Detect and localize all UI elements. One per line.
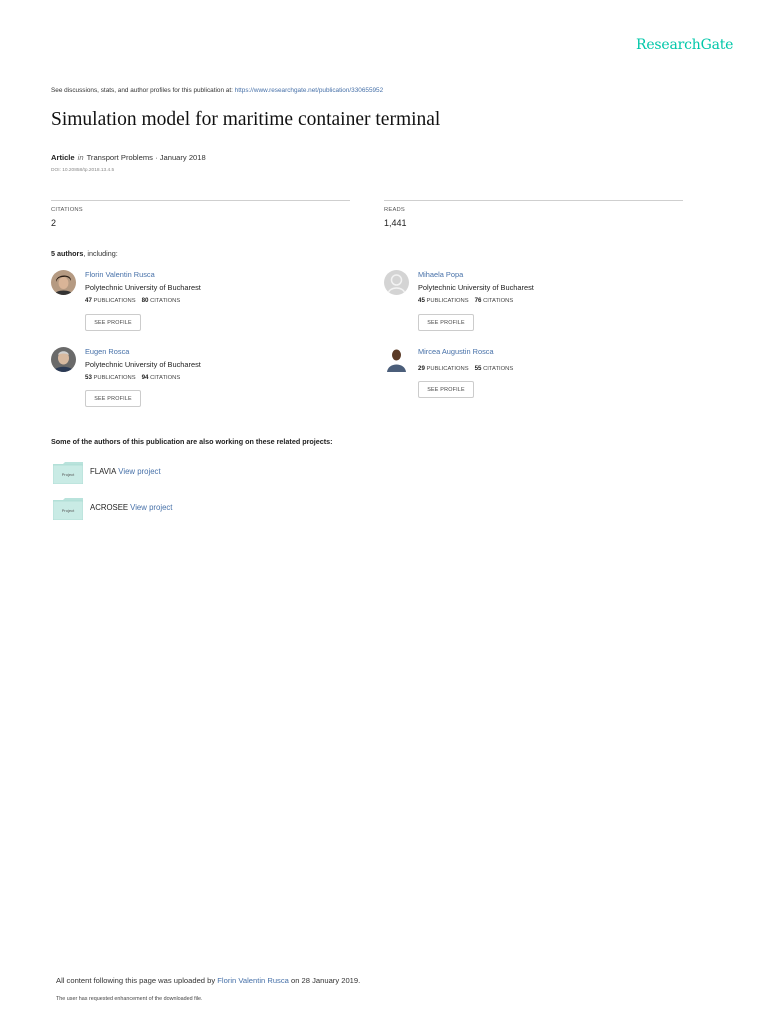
author-stats: 45 PUBLICATIONS 76 CITATIONS bbox=[418, 297, 513, 304]
project-icon-label: Project bbox=[61, 472, 75, 477]
project-name: ACROSEE bbox=[90, 503, 129, 512]
author-stats: 53 PUBLICATIONS 94 CITATIONS bbox=[85, 374, 180, 381]
author-name[interactable]: Mircea Augustin Rosca bbox=[418, 347, 494, 356]
upload-prefix: All content following this page was uplo… bbox=[56, 976, 218, 985]
citations-label: CITATIONS bbox=[483, 298, 514, 304]
author-photo-icon[interactable] bbox=[51, 347, 76, 372]
publications-label: PUBLICATIONS bbox=[426, 298, 469, 304]
author-card: Mihaela Popa Polytechnic University of B… bbox=[384, 270, 684, 340]
project-title: FLAVIA View project bbox=[90, 467, 161, 476]
publications-count: 47 bbox=[85, 297, 92, 304]
citations-value: 2 bbox=[51, 218, 57, 228]
journal-date: Transport Problems · January 2018 bbox=[86, 153, 206, 162]
project-item: Project ACROSEE View project bbox=[52, 498, 353, 522]
project-icon-label: Project bbox=[61, 508, 75, 513]
citations-label: CITATIONS bbox=[150, 375, 181, 381]
see-profile-button[interactable]: SEE PROFILE bbox=[85, 314, 141, 331]
publication-title: Simulation model for maritime container … bbox=[51, 109, 441, 130]
publications-label: PUBLICATIONS bbox=[93, 298, 136, 304]
doi: DOI: 10.20858/tp.2018.13.4.5 bbox=[51, 168, 115, 173]
view-project-link[interactable]: View project bbox=[118, 467, 160, 476]
author-institution: Polytechnic University of Bucharest bbox=[85, 283, 201, 292]
see-profile-button[interactable]: SEE PROFILE bbox=[85, 390, 141, 407]
discussion-prefix: See discussions, stats, and author profi… bbox=[51, 87, 235, 94]
citations-count: 80 bbox=[141, 297, 149, 304]
author-stats: 29 PUBLICATIONS 55 CITATIONS bbox=[418, 365, 513, 372]
author-photo-icon[interactable] bbox=[51, 270, 76, 295]
upload-suffix: on 28 January 2019. bbox=[288, 976, 361, 985]
reads-value: 1,441 bbox=[384, 218, 407, 228]
authors-heading: 5 authors, including: bbox=[51, 249, 118, 258]
publication-link[interactable]: https://www.researchgate.net/publication… bbox=[235, 87, 384, 94]
enhancement-note: The user has requested enhancement of th… bbox=[56, 996, 203, 1002]
citations-count: 55 bbox=[474, 365, 482, 372]
uploader-link[interactable]: Florin Valentin Rusca bbox=[217, 976, 289, 985]
upload-note: All content following this page was uplo… bbox=[56, 976, 360, 985]
project-folder-icon: Project bbox=[52, 498, 84, 521]
researchgate-logo[interactable]: ResearchGate bbox=[636, 37, 733, 53]
publications-count: 53 bbox=[85, 374, 92, 381]
citations-label: CITATIONS bbox=[150, 298, 181, 304]
publications-count: 45 bbox=[418, 297, 425, 304]
author-name[interactable]: Florin Valentin Rusca bbox=[85, 270, 155, 279]
citations-count: 76 bbox=[474, 297, 482, 304]
publications-label: PUBLICATIONS bbox=[93, 375, 136, 381]
project-folder-icon: Project bbox=[52, 462, 84, 485]
publication-type: Article bbox=[51, 153, 75, 162]
authors-count: 5 authors bbox=[51, 249, 84, 258]
citations-label: CITATIONS bbox=[483, 366, 514, 372]
publication-meta: Article in Transport Problems · January 20… bbox=[51, 153, 206, 162]
project-name: FLAVIA bbox=[90, 467, 117, 476]
see-profile-button[interactable]: SEE PROFILE bbox=[418, 314, 474, 331]
authors-including: , including: bbox=[83, 249, 118, 258]
publications-count: 29 bbox=[418, 365, 425, 372]
related-projects-heading: Some of the authors of this publication … bbox=[51, 437, 333, 446]
project-item: Project FLAVIA View project bbox=[52, 462, 353, 486]
reads-label: READS bbox=[384, 207, 405, 213]
citations-divider bbox=[51, 200, 350, 201]
discussion-line: See discussions, stats, and author profi… bbox=[51, 87, 383, 94]
author-photo-icon[interactable] bbox=[384, 347, 409, 372]
reads-divider bbox=[384, 200, 683, 201]
author-name[interactable]: Eugen Rosca bbox=[85, 347, 129, 356]
see-profile-button[interactable]: SEE PROFILE bbox=[418, 381, 474, 398]
default-avatar-icon[interactable] bbox=[384, 270, 409, 295]
author-institution: Polytechnic University of Bucharest bbox=[418, 283, 534, 292]
author-institution: Polytechnic University of Bucharest bbox=[85, 360, 201, 369]
author-card: Mircea Augustin Rosca 29 PUBLICATIONS 55 … bbox=[384, 347, 684, 417]
author-card: Eugen Rosca Polytechnic University of Bu… bbox=[51, 347, 351, 417]
author-stats: 47 PUBLICATIONS 80 CITATIONS bbox=[85, 297, 180, 304]
publications-label: PUBLICATIONS bbox=[426, 366, 469, 372]
author-name[interactable]: Mihaela Popa bbox=[418, 270, 463, 279]
citations-label: CITATIONS bbox=[51, 207, 83, 213]
project-title: ACROSEE View project bbox=[90, 503, 172, 512]
author-card: Florin Valentin Rusca Polytechnic Univer… bbox=[51, 270, 351, 340]
view-project-link[interactable]: View project bbox=[130, 503, 172, 512]
in-word: in bbox=[77, 153, 84, 162]
citations-count: 94 bbox=[141, 374, 149, 381]
